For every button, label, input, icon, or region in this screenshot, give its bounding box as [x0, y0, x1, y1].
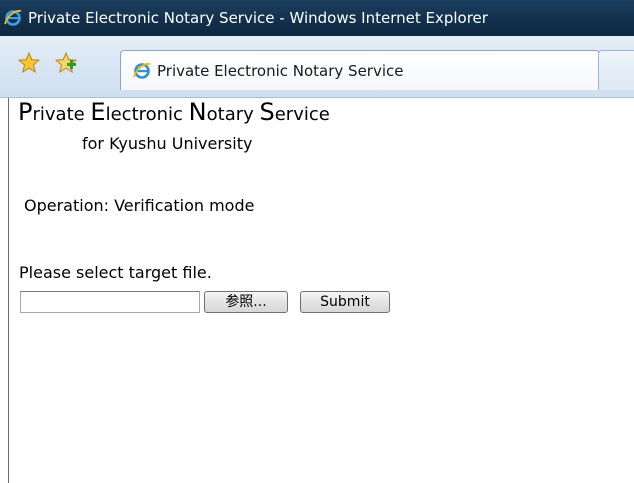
page-subtitle: for Kyushu University: [82, 134, 253, 153]
heading-initial: S: [259, 98, 275, 126]
window-title: Private Electronic Notary Service - Wind…: [28, 9, 488, 27]
file-path-input[interactable]: [20, 291, 200, 313]
internet-explorer-icon: [4, 9, 22, 26]
add-favorites-icon[interactable]: [55, 52, 77, 74]
heading-word-rest: ervice: [274, 104, 330, 125]
favorites-star-icon[interactable]: [18, 52, 40, 74]
heading-initial: E: [90, 98, 106, 126]
heading-initial: P: [18, 98, 33, 126]
submit-button[interactable]: Submit: [300, 291, 390, 313]
file-select-instruction: Please select target file.: [19, 263, 212, 282]
heading-word-rest: otary: [206, 104, 260, 125]
browse-button[interactable]: 参照...: [204, 291, 288, 313]
new-tab-button[interactable]: [598, 50, 634, 90]
title-bar[interactable]: Private Electronic Notary Service - Wind…: [0, 0, 634, 36]
page-title: Private Electronic Notary Service: [18, 98, 330, 126]
heading-word-rest: lectronic: [105, 104, 189, 125]
tab-bar: Private Electronic Notary Service: [0, 36, 634, 98]
heading-word-rest: rivate: [32, 104, 91, 125]
internet-explorer-icon: [133, 62, 151, 79]
tab-private-electronic-notary-service[interactable]: Private Electronic Notary Service: [120, 50, 600, 90]
tab-label: Private Electronic Notary Service: [157, 61, 404, 80]
browser-window: Private Electronic Notary Service - Wind…: [0, 0, 634, 483]
heading-initial: N: [188, 98, 207, 126]
operation-mode-label: Operation: Verification mode: [24, 196, 255, 215]
